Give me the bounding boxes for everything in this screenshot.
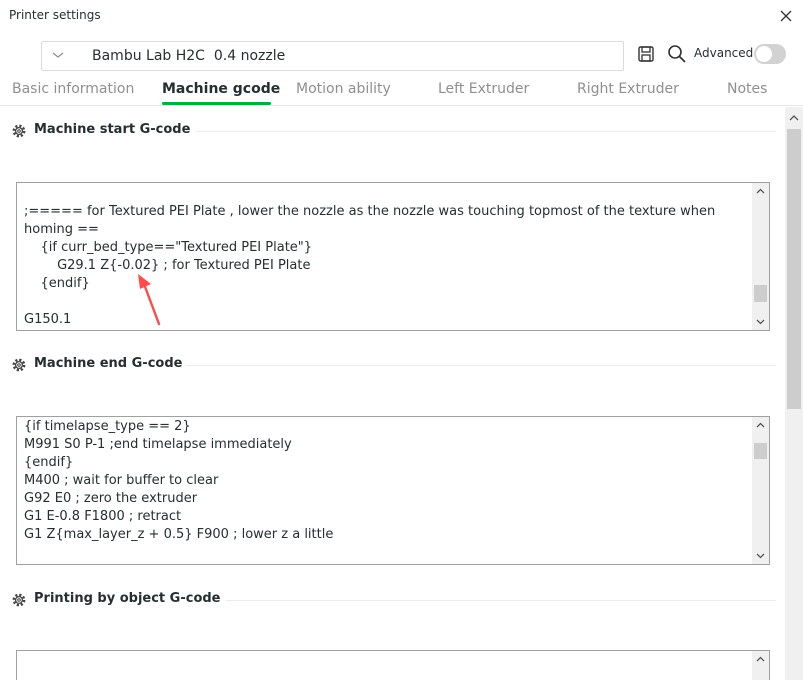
scroll-up-icon[interactable] [785, 109, 803, 127]
window-title: Printer settings [9, 8, 101, 22]
preset-toolbar: Bambu Lab H2C 0.4 nozzle Advanced [0, 36, 803, 76]
gear-icon [12, 358, 26, 372]
scroll-up-icon[interactable] [752, 183, 769, 200]
divider [186, 365, 776, 366]
divider [226, 600, 776, 601]
active-tab-indicator [162, 102, 271, 105]
preset-select[interactable]: Bambu Lab H2C 0.4 nozzle [41, 41, 624, 71]
section-header-end-gcode: Machine end G-code [11, 355, 776, 375]
editor-scrollbar[interactable] [752, 417, 769, 564]
advanced-label: Advanced [694, 46, 754, 60]
scroll-up-icon[interactable] [752, 417, 769, 434]
search-icon[interactable] [667, 44, 687, 64]
close-icon[interactable] [776, 6, 796, 26]
tab-notes[interactable]: Notes [727, 81, 767, 97]
save-icon[interactable] [637, 45, 655, 63]
tab-left-extruder[interactable]: Left Extruder [438, 81, 529, 97]
tab-machine-gcode[interactable]: Machine gcode [162, 81, 280, 97]
section-header-object-gcode: Printing by object G-code [11, 590, 776, 610]
tab-right-extruder[interactable]: Right Extruder [577, 81, 679, 97]
editor-scrollbar[interactable] [752, 183, 769, 330]
code-line: {endif} [24, 455, 74, 470]
settings-tabs: Basic information Machine gcode Motion a… [0, 76, 803, 106]
scroll-thumb[interactable] [787, 129, 801, 409]
code-line: {if timelapse_type == 2} [24, 419, 191, 434]
scroll-down-icon[interactable] [752, 313, 769, 330]
end-gcode-editor[interactable]: {if timelapse_type == 2} M991 S0 P-1 ;en… [16, 416, 770, 565]
gear-icon [12, 593, 26, 607]
code-line: G92 E0 ; zero the extruder [24, 491, 198, 506]
code-lines: {if timelapse_type == 2} M991 S0 P-1 ;en… [24, 418, 754, 544]
section-header-start-gcode: Machine start G-code [11, 121, 776, 141]
code-line: M991 S0 P-1 ;end timelapse immediately [24, 437, 292, 452]
scroll-up-icon[interactable] [752, 651, 769, 668]
settings-content: Machine start G-code ;===== for Textured… [0, 107, 785, 680]
section-title: Machine end G-code [34, 356, 183, 371]
object-gcode-editor[interactable] [16, 650, 770, 680]
title-bar: Printer settings [0, 0, 803, 32]
preset-name: Bambu Lab H2C 0.4 nozzle [92, 48, 286, 64]
code-line: M400 ; wait for buffer to clear [24, 473, 219, 488]
section-title: Printing by object G-code [34, 591, 221, 606]
scroll-thumb[interactable] [754, 285, 767, 302]
advanced-toggle[interactable] [754, 44, 786, 64]
chevron-down-icon [52, 52, 64, 58]
scroll-down-icon[interactable] [752, 547, 769, 564]
annotation-arrow-icon [138, 274, 161, 326]
gear-icon [12, 124, 26, 138]
scroll-thumb[interactable] [754, 443, 767, 459]
toggle-knob [756, 46, 772, 62]
section-title: Machine start G-code [34, 122, 191, 137]
editor-scrollbar[interactable] [752, 651, 769, 680]
code-line: G1 E-0.8 F1800 ; retract [24, 509, 182, 524]
page-scrollbar[interactable] [785, 107, 803, 680]
code-line: G1 Z{max_layer_z + 0.5} F900 ; lower z a… [24, 527, 334, 542]
code-line: ;===== for Textured PEI Plate , lower th… [24, 204, 720, 237]
code-line: {if curr_bed_type=="Textured PEI Plate"} [24, 240, 313, 255]
tab-motion-ability[interactable]: Motion ability [296, 81, 391, 97]
divider [196, 131, 776, 132]
tab-basic-information[interactable]: Basic information [12, 81, 134, 97]
